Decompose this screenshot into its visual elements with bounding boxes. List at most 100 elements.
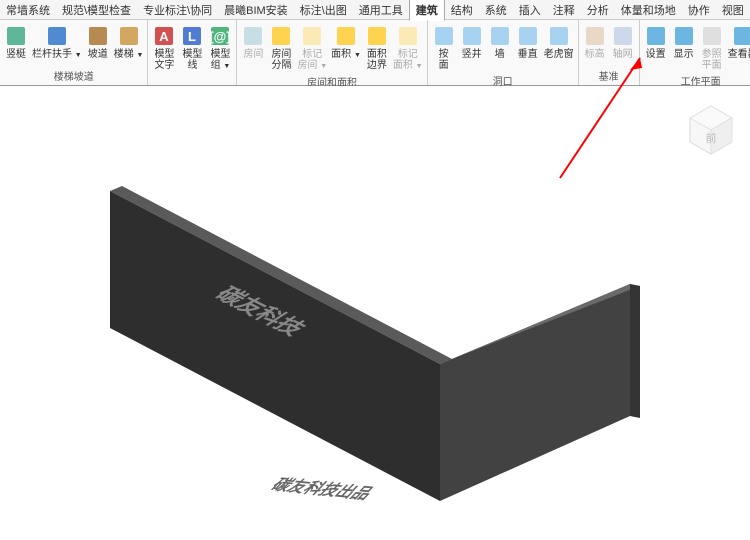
btn-label: 竖梃 [6, 49, 26, 60]
btn-楼梯[interactable]: 楼梯 ▼ [112, 23, 146, 62]
tab-14[interactable]: 视图 [716, 0, 750, 20]
btn-房间分隔[interactable]: 房间分隔 [267, 23, 295, 72]
btn-label: 面积边界 [367, 49, 387, 71]
btn-模型组[interactable]: [@] 模型组 ▼ [206, 23, 234, 73]
tool-icon [460, 24, 484, 48]
btn-老虎窗[interactable]: 老虎窗 [542, 23, 576, 61]
tab-0[interactable]: 常墙系统 [0, 0, 56, 20]
tab-6[interactable]: 建筑 [409, 0, 445, 21]
tool-icon [86, 24, 110, 48]
svg-text:L: L [188, 29, 196, 44]
btn-label: 查看器 [728, 49, 750, 60]
tool-icon [334, 24, 358, 48]
btn-label: 显示 [674, 49, 694, 60]
btn-坡道[interactable]: 坡道 [84, 23, 112, 61]
ribbon: 竖梃栏杆扶手 ▼ 坡道楼梯 ▼ 楼梯坡道 A 模型文字 L 模型线 [@] 模型组 ▼ 房间房间… [0, 20, 750, 86]
ribbon-group-1: A 模型文字 L 模型线 [@] 模型组 ▼ [148, 20, 237, 85]
btn-轴网: 轴网 [609, 23, 637, 61]
btn-label: 模型组 ▼ [210, 49, 230, 72]
btn-面积[interactable]: 面积 ▼ [329, 23, 363, 62]
tool-icon: [@] [208, 24, 232, 48]
btn-label: 垂直 [518, 49, 538, 60]
btn-模型文字[interactable]: A 模型文字 [150, 23, 178, 72]
tab-13[interactable]: 协作 [682, 0, 716, 20]
tool-icon [644, 24, 668, 48]
tab-3[interactable]: 晨曦BIM安装 [218, 0, 294, 20]
btn-label: 房间分隔 [271, 49, 291, 71]
tab-8[interactable]: 系统 [479, 0, 513, 20]
tool-icon [45, 24, 69, 48]
ribbon-group-0: 竖梃栏杆扶手 ▼ 坡道楼梯 ▼ 楼梯坡道 [0, 20, 148, 85]
ribbon-group-5: 设置显示参照平面查看器工作平面 [640, 20, 750, 85]
tool-icon [396, 24, 420, 48]
btn-竖梃[interactable]: 竖梃 [2, 23, 30, 61]
tab-2[interactable]: 专业标注\协同 [137, 0, 218, 20]
group-label: 基准 [581, 67, 637, 85]
tab-7[interactable]: 结构 [445, 0, 479, 20]
btn-面积边界[interactable]: 面积边界 [363, 23, 391, 72]
btn-label: 参照平面 [702, 49, 722, 71]
svg-text:前: 前 [706, 131, 717, 145]
btn-label: 标记房间 ▼ [297, 49, 327, 72]
btn-参照平面: 参照平面 [698, 23, 726, 72]
tool-icon: A [152, 24, 176, 48]
btn-栏杆扶手[interactable]: 栏杆扶手 ▼ [30, 23, 84, 62]
tab-9[interactable]: 插入 [513, 0, 547, 20]
tool-icon [365, 24, 389, 48]
tool-icon [117, 24, 141, 48]
tool-icon [4, 24, 28, 48]
btn-label: 老虎窗 [544, 49, 574, 60]
tool-icon [300, 24, 324, 48]
model-3d: 碳友科技 碳友科技出品 [0, 86, 750, 537]
btn-label: 墙 [495, 49, 505, 60]
svg-text:[@]: [@] [210, 29, 231, 44]
btn-设置[interactable]: 设置 [642, 23, 670, 61]
btn-标记面积: 标记面积 ▼ [391, 23, 425, 73]
ribbon-group-2: 房间房间分隔标记房间 ▼面积 ▼面积边界标记面积 ▼房间和面积 [237, 20, 427, 85]
tool-icon [516, 24, 540, 48]
btn-垂直[interactable]: 垂直 [514, 23, 542, 61]
tab-4[interactable]: 标注\出图 [294, 0, 353, 20]
btn-label: 面积 ▼ [331, 49, 361, 61]
tool-icon [241, 24, 265, 48]
btn-标高: 标高 [581, 23, 609, 61]
group-label [150, 73, 234, 87]
tool-icon [269, 24, 293, 48]
btn-显示[interactable]: 显示 [670, 23, 698, 61]
btn-label: 标高 [585, 49, 605, 60]
ribbon-group-3: 按面竖井墙垂直老虎窗洞口 [428, 20, 579, 85]
tab-1[interactable]: 规范\模型检查 [56, 0, 137, 20]
btn-label: 模型线 [182, 49, 202, 71]
btn-label: 竖井 [462, 49, 482, 60]
btn-按面[interactable]: 按面 [430, 23, 458, 72]
tab-10[interactable]: 注释 [547, 0, 581, 20]
view-cube[interactable]: 前 [682, 100, 740, 158]
btn-label: 按面 [439, 49, 449, 71]
btn-label: 标记面积 ▼ [393, 49, 423, 72]
tool-icon: L [180, 24, 204, 48]
btn-label: 模型文字 [154, 49, 174, 71]
btn-竖井[interactable]: 竖井 [458, 23, 486, 61]
tab-12[interactable]: 体量和场地 [615, 0, 682, 20]
tab-11[interactable]: 分析 [581, 0, 615, 20]
btn-label: 房间 [243, 49, 263, 60]
tool-icon [700, 24, 724, 48]
watermark-text: 碳友科技出品 [268, 476, 376, 503]
btn-label: 坡道 [88, 49, 108, 60]
ribbon-group-4: 标高轴网基准 [579, 20, 640, 85]
model-viewport[interactable]: 碳友科技 碳友科技出品 [0, 86, 750, 537]
tool-icon [672, 24, 696, 48]
btn-模型线[interactable]: L 模型线 [178, 23, 206, 72]
group-label: 楼梯坡道 [2, 67, 145, 85]
ribbon-tabs: 常墙系统规范\模型检查专业标注\协同晨曦BIM安装标注\出图通用工具建筑结构系统… [0, 0, 750, 20]
tool-icon [731, 24, 750, 48]
svg-text:A: A [160, 29, 170, 44]
btn-label: 栏杆扶手 ▼ [32, 49, 82, 61]
btn-label: 轴网 [613, 49, 633, 60]
tool-icon [432, 24, 456, 48]
tab-5[interactable]: 通用工具 [353, 0, 409, 20]
btn-墙[interactable]: 墙 [486, 23, 514, 61]
tool-icon [611, 24, 635, 48]
btn-查看器[interactable]: 查看器 [726, 23, 750, 61]
btn-label: 设置 [646, 49, 666, 60]
